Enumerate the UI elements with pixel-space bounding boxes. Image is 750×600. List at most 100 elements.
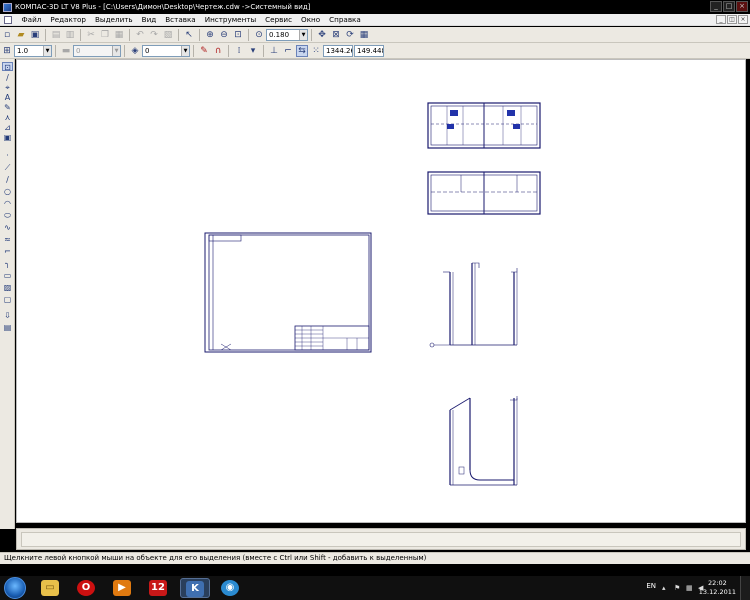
plan-view-top[interactable] xyxy=(427,102,541,149)
dimensions-panel-icon[interactable]: ⌖ xyxy=(2,83,13,92)
segment-tool-icon[interactable]: ∕ xyxy=(2,175,13,184)
drawing-canvas[interactable] xyxy=(16,59,746,523)
layer-icon[interactable]: ◈ xyxy=(129,45,141,57)
drawing-sheet[interactable] xyxy=(204,232,372,353)
kompas-app-icon[interactable] xyxy=(3,2,12,12)
menu-window[interactable]: Окно xyxy=(297,15,325,24)
redo-icon[interactable]: ↷ xyxy=(148,29,160,41)
zoom-window-icon[interactable]: ⊡ xyxy=(232,29,244,41)
taskbar-app-kompas[interactable]: K xyxy=(180,578,210,598)
paste-icon[interactable]: ▦ xyxy=(113,29,125,41)
ellipse-tool-icon[interactable]: ⬭ xyxy=(2,211,13,220)
chevron-down-icon[interactable]: ▼ xyxy=(43,45,51,56)
doc-minimize-button[interactable]: _ xyxy=(716,15,726,24)
maximize-button[interactable]: □ xyxy=(723,1,735,12)
undo-icon[interactable]: ↶ xyxy=(134,29,146,41)
start-button[interactable] xyxy=(4,577,26,599)
taskbar-app-opera[interactable]: O xyxy=(72,578,102,598)
pan-icon[interactable]: ✥ xyxy=(316,29,328,41)
cut-icon[interactable]: ✂ xyxy=(85,29,97,41)
menu-view[interactable]: Вид xyxy=(137,15,161,24)
section-view-2[interactable] xyxy=(449,396,518,486)
doc-restore-button[interactable]: ◫ xyxy=(727,15,737,24)
taskbar-app-media-player[interactable]: ▶ xyxy=(108,578,138,598)
menu-insert[interactable]: Вставка xyxy=(161,15,200,24)
zoom-in-icon[interactable]: ⊕ xyxy=(204,29,216,41)
close-button[interactable]: × xyxy=(736,1,748,12)
layer-combo[interactable]: 0 ▼ xyxy=(142,44,190,57)
snap-icon[interactable]: ⇆ xyxy=(296,44,308,57)
language-indicator[interactable]: EN xyxy=(646,582,656,590)
circle-tool-icon[interactable]: ○ xyxy=(2,187,13,196)
coord-y-field[interactable]: 149.448 xyxy=(354,44,384,57)
properties-icon[interactable]: ▧ xyxy=(162,29,174,41)
chevron-down-icon[interactable]: ▼ xyxy=(181,45,189,56)
edit-panel-icon[interactable]: ✎ xyxy=(2,103,13,112)
taskbar-app-opera-12[interactable]: 12 xyxy=(144,578,174,598)
polyline-tool-icon[interactable]: ⌐ xyxy=(2,247,13,256)
flag-icon[interactable]: ⚑ xyxy=(674,584,682,592)
network-tray-icon[interactable]: ▦ xyxy=(686,584,694,592)
plan-view-bottom[interactable] xyxy=(427,171,541,215)
measure-panel-icon[interactable]: ⊿ xyxy=(2,123,13,132)
section-view-1[interactable] xyxy=(429,262,518,348)
menu-file[interactable]: Файл xyxy=(17,15,46,24)
local-cs-icon[interactable]: ⊥ xyxy=(268,45,280,57)
magnet-icon[interactable]: ∩ xyxy=(212,45,224,57)
nurbs-tool-icon[interactable]: ≈ xyxy=(2,235,13,244)
rectangle-tool-icon[interactable]: ▭ xyxy=(2,271,13,280)
scale-combo[interactable]: 1.0 ▼ xyxy=(14,44,52,57)
open-folder-icon[interactable]: ▰ xyxy=(15,29,27,41)
point-tool-icon[interactable]: · xyxy=(2,151,13,160)
arc-tool-icon[interactable]: ◠ xyxy=(2,199,13,208)
drawing-svg xyxy=(204,102,541,486)
minimize-button[interactable]: _ xyxy=(710,1,722,12)
menu-select[interactable]: Выделить xyxy=(90,15,137,24)
help-pointer-icon[interactable]: ↖ xyxy=(183,29,195,41)
show-all-icon[interactable]: ⊠ xyxy=(330,29,342,41)
zoom-combo[interactable]: 0.180 ▼ xyxy=(266,28,308,41)
parametrization-panel-icon[interactable]: ⋏ xyxy=(2,113,13,122)
tray-arrow-icon[interactable]: ▴ xyxy=(662,584,670,592)
fillet-tool-icon[interactable]: ╮ xyxy=(2,259,13,268)
ortho-icon[interactable]: ⌐ xyxy=(282,45,294,57)
select-tool-icon[interactable]: ⊡ xyxy=(2,62,13,72)
copy-icon[interactable]: ❐ xyxy=(99,29,111,41)
grid-menu-icon[interactable]: ▾ xyxy=(247,45,259,57)
doc-close-button[interactable]: × xyxy=(738,15,748,24)
print-preview-icon[interactable]: ▥ xyxy=(64,29,76,41)
zoom-scale-icon[interactable]: ⊙ xyxy=(253,29,265,41)
contour-tool-icon[interactable]: ▢ xyxy=(2,295,13,304)
selection-panel-icon[interactable]: ▣ xyxy=(2,133,13,142)
scale-icon[interactable]: ⊞ xyxy=(1,45,13,57)
auxiliary-line-icon[interactable]: ⟋ xyxy=(2,163,13,172)
designations-panel-icon[interactable]: A xyxy=(2,93,13,102)
style-combo[interactable]: 0 ▼ xyxy=(73,44,121,57)
hatch-tool-icon[interactable]: ▨ xyxy=(2,283,13,292)
save-icon[interactable]: ▣ xyxy=(29,29,41,41)
taskbar-app-network[interactable]: ◉ xyxy=(216,578,246,598)
line-style-icon[interactable]: ▬ xyxy=(60,45,72,57)
clock[interactable]: 22:02 13.12.2011 xyxy=(699,579,736,597)
geometry-panel-icon[interactable]: ∕ xyxy=(2,73,13,82)
show-desktop-button[interactable] xyxy=(740,576,750,600)
object-properties-icon[interactable]: ✎ xyxy=(198,45,210,57)
menu-editor[interactable]: Редактор xyxy=(46,15,91,24)
menu-tools[interactable]: Инструменты xyxy=(200,15,260,24)
taskbar-app-explorer[interactable]: ▭ xyxy=(36,578,66,598)
grid-icon[interactable]: ⁞ xyxy=(233,45,245,57)
chevron-down-icon[interactable]: ▼ xyxy=(299,29,307,40)
layers-icon[interactable]: ▦ xyxy=(358,29,370,41)
document-icon[interactable] xyxy=(4,15,12,24)
print-icon[interactable]: ▤ xyxy=(50,29,62,41)
coord-x-field[interactable]: 1344.26 xyxy=(323,44,353,57)
zoom-out-icon[interactable]: ⊖ xyxy=(218,29,230,41)
spline-tool-icon[interactable]: ∿ xyxy=(2,223,13,232)
new-document-icon[interactable]: ▫ xyxy=(1,29,13,41)
chevron-down-icon[interactable]: ▼ xyxy=(112,45,120,56)
refresh-icon[interactable]: ⟳ xyxy=(344,29,356,41)
library-icon[interactable]: ▤ xyxy=(2,323,13,332)
menu-service[interactable]: Сервис xyxy=(261,15,297,24)
collection-icon[interactable]: ⇩ xyxy=(2,311,13,320)
menu-help[interactable]: Справка xyxy=(325,15,366,24)
